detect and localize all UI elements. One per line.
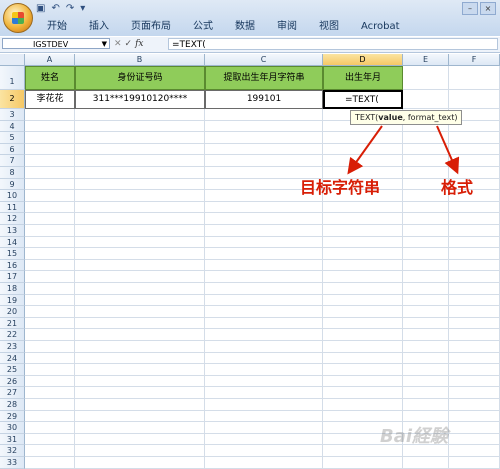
annotation-target-string: 目标字符串 <box>300 178 381 197</box>
watermark-logo: Bai経験 <box>380 426 449 447</box>
annotation-format: 格式 <box>441 178 474 197</box>
annotation-arrows <box>347 125 460 175</box>
arrow-to-format <box>436 125 460 175</box>
arrow-to-value <box>347 125 383 175</box>
